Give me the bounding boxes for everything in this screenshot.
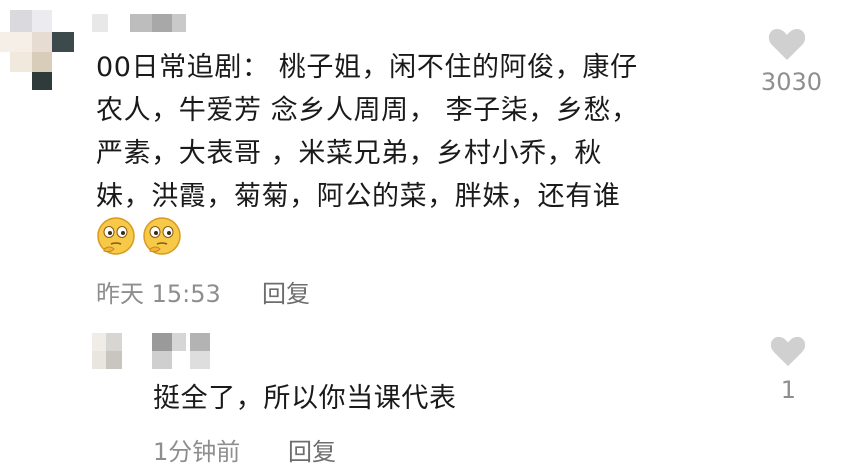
reply-timestamp: 1分钟前 — [153, 438, 241, 466]
comment-line: 妹，洪霞，菊菊，阿公的菜，胖妹，还有谁 — [96, 181, 621, 212]
comment-line: 农人，牛爱芳 念乡人周周， 李子柒，乡愁， — [96, 95, 639, 126]
avatar[interactable] — [0, 0, 78, 95]
reply-username[interactable] — [152, 333, 222, 369]
comment-line: 00日常追剧： 桃子姐，闲不住的阿俊，康仔 — [96, 52, 638, 83]
reply-button[interactable]: 回复 — [262, 274, 310, 309]
comment-timestamp: 昨天 15:53 — [96, 280, 221, 308]
comment-text: 00日常追剧： 桃子姐，闲不住的阿俊，康仔 农人，牛爱芳 念乡人周周， 李子柒，… — [96, 46, 736, 218]
reply-avatar[interactable] — [92, 333, 136, 373]
like-count: 3030 — [760, 68, 822, 96]
thinking-face-emoji-icon — [143, 217, 181, 255]
reply-like-count: 1 — [780, 376, 796, 404]
thinking-face-emoji-icon — [97, 217, 135, 255]
comment-line: 严素，大表哥 ，米菜兄弟，乡村小乔，秋 — [96, 138, 602, 169]
username[interactable] — [92, 14, 192, 34]
heart-icon[interactable] — [767, 26, 807, 62]
reply-text: 挺全了，所以你当课代表 — [153, 383, 457, 414]
reply-reply-button[interactable]: 回复 — [288, 432, 336, 467]
heart-icon[interactable] — [769, 334, 807, 368]
